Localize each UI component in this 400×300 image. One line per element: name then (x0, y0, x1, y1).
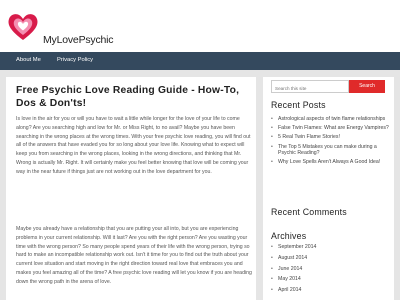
search-button[interactable]: Search (349, 80, 385, 93)
post-paragraph-2: Maybe you already have a relationship th… (16, 226, 252, 285)
main-navigation: About Me Privacy Policy (0, 52, 400, 70)
bullet-icon: • (271, 125, 273, 132)
recent-post-item[interactable]: • The Top 5 Mistakes you can make during … (271, 144, 389, 157)
bullet-icon: • (271, 276, 273, 283)
sidebar: Search Recent Posts • Astrological aspect… (263, 77, 394, 300)
archives-list: • September 2014 • August 2014 • June 2014 … (271, 244, 389, 298)
recent-post-item[interactable]: • 5 Real Twin Flame Stories! (271, 134, 389, 141)
recent-post-link[interactable]: 5 Real Twin Flame Stories! (278, 134, 340, 140)
recent-post-item[interactable]: • False Twin Flames: What are Energy Vamp… (271, 125, 389, 132)
recent-comments-heading: Recent Comments (271, 207, 347, 217)
bullet-icon: • (271, 143, 273, 150)
archive-link[interactable]: August 2014 (278, 255, 307, 261)
post-title[interactable]: Free Psychic Love Reading Guide - How-To… (16, 85, 248, 110)
nav-item-privacy-policy[interactable]: Privacy Policy (57, 57, 93, 63)
archives-heading: Archives (271, 231, 307, 241)
recent-post-link[interactable]: The Top 5 Mistakes you can make during a… (278, 144, 377, 157)
bullet-icon: • (271, 287, 273, 294)
recent-post-link[interactable]: False Twin Flames: What are Energy Vampi… (278, 125, 389, 131)
site-logo-text: MyLovePsychic (43, 34, 114, 46)
archive-item[interactable]: • August 2014 (271, 255, 389, 262)
site-header: MyLovePsychic (0, 0, 400, 52)
bullet-icon: • (271, 265, 273, 272)
archive-item[interactable]: • June 2014 (271, 266, 389, 273)
bullet-icon: • (271, 134, 273, 141)
archive-link[interactable]: September 2014 (278, 244, 316, 250)
recent-post-item[interactable]: • Why Love Spells Aren't Always A Good Id… (271, 159, 389, 166)
archive-item[interactable]: • September 2014 (271, 244, 389, 251)
recent-posts-list: • Astrological aspects of twin flame rela… (271, 116, 389, 169)
archive-link[interactable]: May 2014 (278, 276, 301, 282)
site-logo[interactable]: MyLovePsychic (7, 12, 114, 48)
bullet-icon: • (271, 254, 273, 261)
archive-item[interactable]: • May 2014 (271, 276, 389, 283)
nav-item-about-me[interactable]: About Me (16, 57, 41, 63)
recent-post-item[interactable]: • Astrological aspects of twin flame rela… (271, 116, 389, 123)
post-paragraph-1: Is love in the air for you or will you h… (16, 116, 251, 175)
recent-post-link[interactable]: Why Love Spells Aren't Always A Good Ide… (278, 159, 380, 165)
recent-post-link[interactable]: Astrological aspects of twin flame relat… (278, 116, 385, 122)
archive-link[interactable]: June 2014 (278, 266, 302, 272)
bullet-icon: • (271, 244, 273, 250)
bullet-icon: • (271, 159, 273, 166)
bullet-icon: • (271, 116, 273, 122)
search-input[interactable] (271, 80, 349, 93)
heart-logo-icon (8, 14, 38, 40)
recent-posts-heading: Recent Posts (271, 100, 326, 110)
archive-link[interactable]: April 2014 (278, 287, 301, 293)
archive-item[interactable]: • April 2014 (271, 287, 389, 294)
main-content: Free Psychic Love Reading Guide - How-To… (6, 77, 256, 300)
